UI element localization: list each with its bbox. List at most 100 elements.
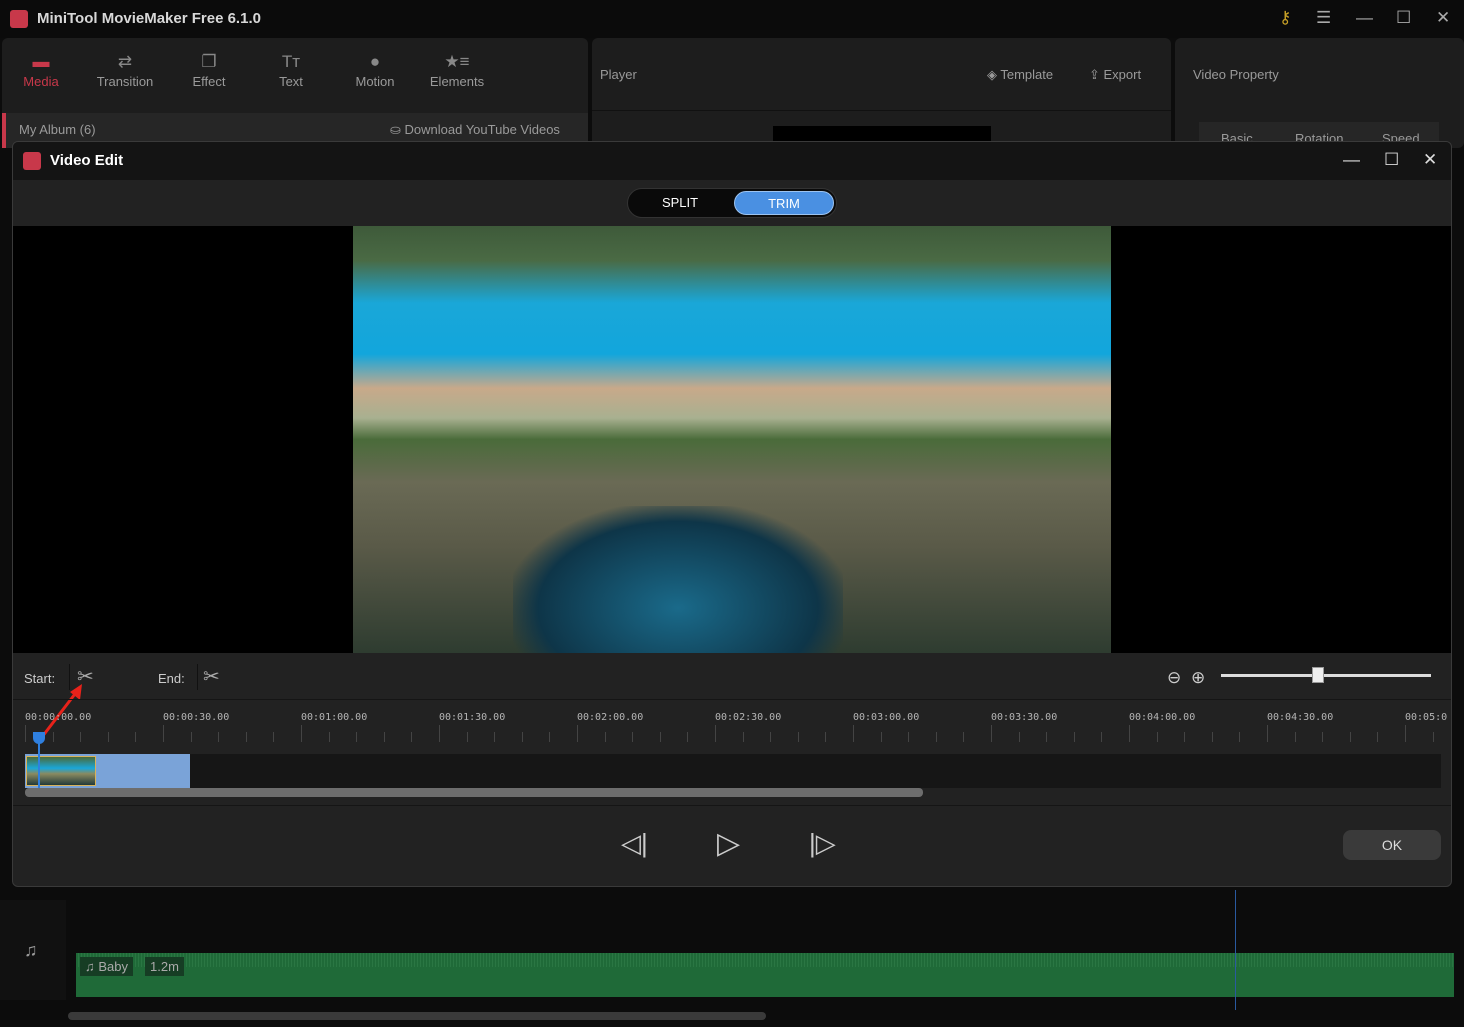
ruler-tick: [577, 725, 578, 742]
music-note-icon: ♫: [24, 940, 38, 960]
player-label: Player: [600, 67, 637, 82]
ruler-label: 00:03:00.00: [853, 712, 920, 723]
video-frame-image: [353, 226, 1111, 653]
ruler-tick: [466, 732, 468, 742]
audio-duration: 1.2m: [145, 957, 184, 976]
tab-motion[interactable]: ● Motion: [340, 52, 410, 89]
maximize-button[interactable]: ☐: [1396, 8, 1411, 28]
trim-track: [25, 754, 1441, 788]
tab-effect[interactable]: ❐ Effect: [174, 52, 244, 89]
dialog-title: Video Edit: [50, 152, 124, 169]
ruler-label: 00:01:00.00: [301, 712, 368, 723]
ruler-tick: [273, 732, 275, 742]
ruler-tick: [1129, 725, 1130, 742]
folder-icon: ▬: [32, 52, 50, 71]
tab-label: Text: [279, 74, 303, 89]
export-button[interactable]: ⇪ Export: [1089, 67, 1141, 83]
ruler-tick: [1073, 732, 1075, 742]
ruler-tick: [107, 732, 109, 742]
zoom-in-icon[interactable]: ⊕: [1191, 668, 1205, 688]
zoom-slider[interactable]: [1221, 674, 1431, 677]
ruler-tick: [935, 732, 937, 742]
set-end-scissors-icon[interactable]: ✂: [203, 664, 220, 689]
close-button[interactable]: ✕: [1436, 8, 1450, 28]
play-button[interactable]: ▷: [717, 826, 740, 861]
dialog-maximize-button[interactable]: ☐: [1384, 150, 1399, 170]
ruler-tick: [356, 732, 358, 742]
ruler-tick: [52, 732, 54, 742]
menu-icon[interactable]: ☰: [1316, 8, 1331, 28]
video-preview: [13, 226, 1451, 653]
ruler-tick: [245, 732, 247, 742]
ruler-tick: [770, 732, 772, 742]
ruler-tick: [1267, 725, 1268, 742]
audio-track-header: ♫: [0, 900, 66, 1000]
ruler-tick: [604, 732, 606, 742]
ruler-tick: [383, 732, 385, 742]
tab-label: Transition: [96, 74, 154, 89]
ruler-tick: [742, 732, 744, 742]
ruler-tick: [439, 725, 440, 742]
tab-text[interactable]: Tт Text: [256, 52, 326, 89]
swap-arrows-icon: ⇄: [117, 52, 133, 71]
ruler-tick: [1405, 725, 1406, 742]
my-album[interactable]: My Album (6): [19, 122, 96, 137]
mode-toggle: SPLIT TRIM: [627, 188, 837, 218]
ruler-tick: [1101, 732, 1103, 742]
ruler-tick: [218, 732, 220, 742]
ok-button[interactable]: OK: [1343, 830, 1441, 860]
template-button[interactable]: ◈ Template: [987, 67, 1053, 83]
property-label: Video Property: [1193, 67, 1279, 82]
layers-icon: ❐: [201, 52, 217, 71]
key-icon[interactable]: ⚷: [1279, 8, 1291, 28]
tab-transition[interactable]: ⇄ Transition: [90, 52, 160, 89]
ruler-tick: [963, 732, 965, 742]
ruler-tick: [1184, 732, 1186, 742]
ruler-tick: [328, 732, 330, 742]
ruler-label: 00:00:30.00: [163, 712, 230, 723]
tab-media[interactable]: ▬ Media: [6, 52, 76, 89]
tab-elements[interactable]: ★≡ Elements: [422, 52, 492, 89]
ruler-label: 00:02:30.00: [715, 712, 782, 723]
video-clip[interactable]: [25, 754, 190, 788]
ruler-tick: [908, 732, 910, 742]
ruler-tick: [411, 732, 413, 742]
download-label: Download YouTube Videos: [404, 122, 560, 137]
audio-clip[interactable]: ♫ Baby 1.2m: [76, 953, 1454, 997]
next-frame-button[interactable]: |▷: [809, 828, 836, 859]
template-label: Template: [1000, 67, 1054, 82]
zoom-out-icon[interactable]: ⊖: [1167, 668, 1181, 688]
ruler-tick: [135, 732, 137, 742]
minimize-button[interactable]: —: [1356, 8, 1373, 28]
timeline-scrollbar[interactable]: [68, 1012, 766, 1020]
ruler-tick: [1432, 732, 1434, 742]
zoom-slider-thumb[interactable]: [1311, 667, 1324, 683]
ruler-tick: [521, 732, 523, 742]
ruler-tick: [301, 725, 302, 742]
player-panel: Player ◈ Template ⇪ Export: [592, 38, 1171, 148]
download-youtube-link[interactable]: ⛀ Download YouTube Videos: [390, 122, 560, 138]
dialog-minimize-button[interactable]: —: [1343, 150, 1360, 170]
ruler-tick: [25, 725, 26, 742]
trim-button[interactable]: TRIM: [734, 191, 834, 215]
dialog-logo-icon: [23, 152, 41, 170]
trim-playhead[interactable]: [33, 732, 45, 744]
ruler-label: 00:04:00.00: [1129, 712, 1196, 723]
ruler-tick: [1018, 732, 1020, 742]
trim-scrollbar[interactable]: [25, 788, 923, 797]
ruler-tick: [549, 732, 551, 742]
dialog-close-button[interactable]: ✕: [1423, 150, 1437, 170]
previous-frame-button[interactable]: ◁|: [621, 828, 648, 859]
split-button[interactable]: SPLIT: [630, 191, 730, 215]
timeline-playhead[interactable]: [1235, 890, 1236, 1010]
tab-label: Elements: [429, 74, 485, 89]
ruler-tick: [687, 732, 689, 742]
ruler-tick: [1211, 732, 1213, 742]
star-list-icon: ★≡: [444, 52, 470, 71]
app-title: MiniTool MovieMaker Free 6.1.0: [37, 10, 261, 27]
ruler-tick: [825, 732, 827, 742]
ruler-tick: [494, 732, 496, 742]
ruler-label: 00:02:00.00: [577, 712, 644, 723]
title-bar: MiniTool MovieMaker Free 6.1.0 ⚷ ☰ — ☐ ✕: [0, 0, 1464, 38]
clip-thumbnail: [26, 756, 96, 786]
